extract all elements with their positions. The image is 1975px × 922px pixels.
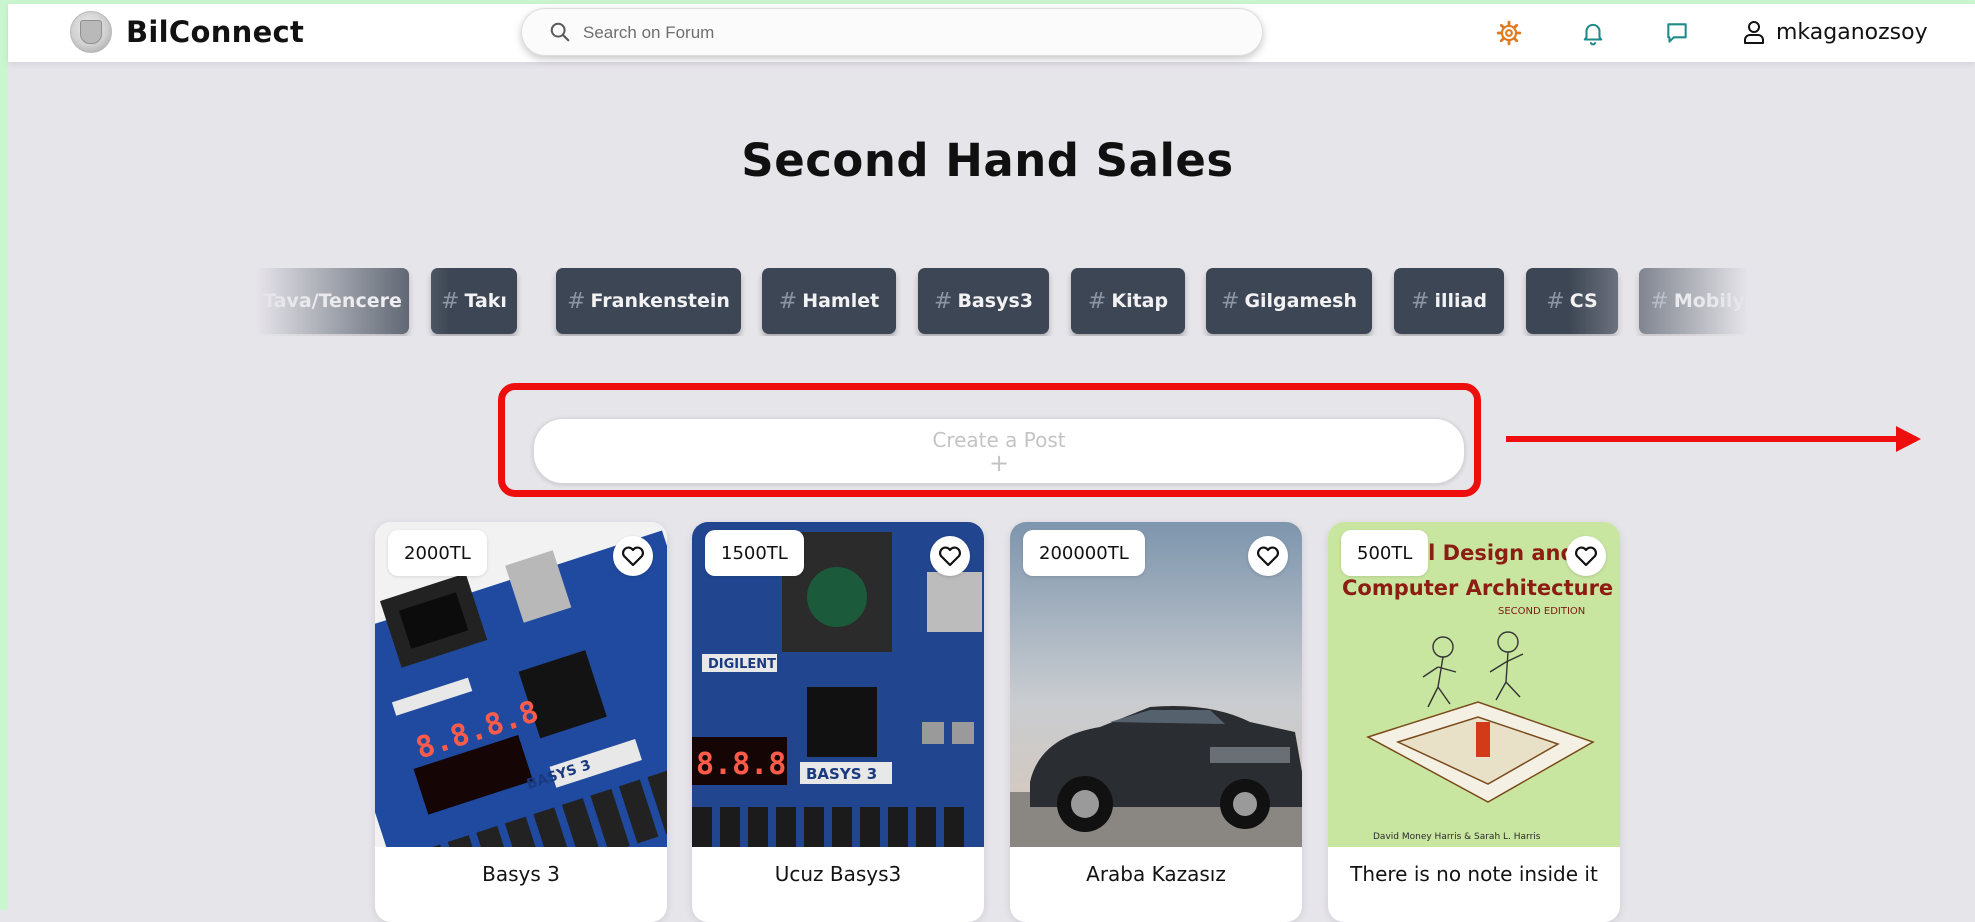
user-menu[interactable]: mkaganozsoy — [1742, 19, 1928, 45]
hash-icon: # — [441, 288, 460, 314]
book-authors: David Money Harris & Sarah L. Harris — [1373, 832, 1541, 842]
favorite-button[interactable] — [930, 536, 970, 576]
book-title-line2: Computer Architecture — [1342, 576, 1613, 600]
brand-label: DIGILENT — [708, 657, 776, 672]
tag-label: Frankenstein — [590, 290, 730, 312]
book-edition: SECOND EDITION — [1498, 606, 1585, 617]
price-badge: 200000TL — [1023, 530, 1145, 576]
tag-label: Hamlet — [802, 290, 880, 312]
app-name: BilConnect — [126, 15, 305, 49]
tag-chip[interactable]: # Kitap — [1071, 268, 1185, 334]
price-badge: 2000TL — [388, 530, 487, 576]
tag-label: Tava/Tencere — [263, 290, 402, 312]
product-title: Basys 3 — [482, 862, 560, 886]
seven-segment-display: 8.8.8 — [696, 747, 786, 782]
tag-chip[interactable]: # Gilgamesh — [1206, 268, 1372, 334]
hash-icon: # — [567, 288, 586, 314]
favorite-button[interactable] — [613, 536, 653, 576]
product-title: There is no note inside it — [1350, 862, 1598, 886]
search-input[interactable] — [581, 18, 1225, 48]
heart-icon — [939, 546, 961, 567]
brand[interactable]: BilConnect — [70, 11, 304, 53]
tag-label: CS — [1569, 290, 1598, 312]
page-title: Second Hand Sales — [741, 134, 1234, 187]
hash-icon: # — [1546, 288, 1565, 314]
tag-label: illiad — [1434, 290, 1487, 312]
search-bar[interactable] — [521, 8, 1263, 56]
username: mkaganozsoy — [1776, 19, 1928, 45]
settings-gear-icon[interactable] — [1496, 20, 1522, 46]
annotation-arrow — [1506, 436, 1916, 442]
hash-icon: # — [1087, 288, 1107, 314]
product-card[interactable]: 200000TL Araba Kazasız — [1010, 522, 1302, 922]
favorite-button[interactable] — [1248, 536, 1288, 576]
price-badge: 1500TL — [705, 530, 804, 576]
product-card[interactable]: DIGILENT 8.8.8 BASYS 3 1500TL Ucuz Basys… — [692, 522, 984, 922]
heart-icon — [1257, 546, 1279, 567]
notification-bell-icon[interactable] — [1580, 20, 1606, 46]
tag-label: Mobilya — [1673, 290, 1758, 312]
hash-icon: # — [1221, 288, 1240, 314]
tag-carousel: Tava/Tencere # Takı # Frankenstein # Hamlet… — [256, 268, 1769, 336]
messages-icon[interactable] — [1664, 20, 1690, 46]
tag-chip[interactable]: # CS — [1526, 268, 1618, 334]
tag-chip[interactable]: # Basys3 — [918, 268, 1049, 334]
product-card[interactable]: al Design and Computer Architecture SECO… — [1328, 522, 1620, 922]
tag-chip[interactable]: # Frankenstein — [556, 268, 741, 334]
hash-icon: # — [1650, 288, 1669, 314]
price-badge: 500TL — [1341, 530, 1429, 576]
tag-chip[interactable]: # illiad — [1394, 268, 1504, 334]
tag-chip[interactable]: # Mobilya — [1639, 268, 1769, 334]
logo-icon — [70, 11, 112, 53]
tag-label: Basys3 — [957, 290, 1033, 312]
product-card[interactable]: 8.8.8.8 BASYS 3 2000TL Basys 3 — [375, 522, 667, 922]
tag-chip[interactable]: Tava/Tencere — [256, 268, 409, 334]
tag-chip[interactable]: # Hamlet — [762, 268, 896, 334]
heart-icon — [1575, 546, 1597, 567]
tag-label: Takı — [464, 290, 507, 312]
top-navbar: BilConnect mkaganozsoy — [8, 4, 1975, 62]
product-title: Ucuz Basys3 — [774, 862, 902, 886]
user-icon — [1744, 21, 1764, 44]
board-label: BASYS 3 — [806, 765, 877, 783]
annotation-highlight-box — [498, 383, 1481, 497]
tag-label: Kitap — [1111, 290, 1169, 312]
annotation-arrow-head — [1896, 426, 1921, 452]
tag-label: Gilgamesh — [1244, 290, 1357, 312]
book-title-line1: al Design and — [1414, 541, 1576, 565]
hash-icon: # — [1411, 288, 1430, 314]
favorite-button[interactable] — [1566, 536, 1606, 576]
hash-icon: # — [778, 288, 798, 314]
product-title: Araba Kazasız — [1086, 862, 1226, 886]
tag-chip[interactable]: # Takı — [431, 268, 517, 334]
search-icon — [550, 22, 570, 42]
heart-icon — [622, 546, 644, 567]
hash-icon: # — [934, 288, 953, 314]
